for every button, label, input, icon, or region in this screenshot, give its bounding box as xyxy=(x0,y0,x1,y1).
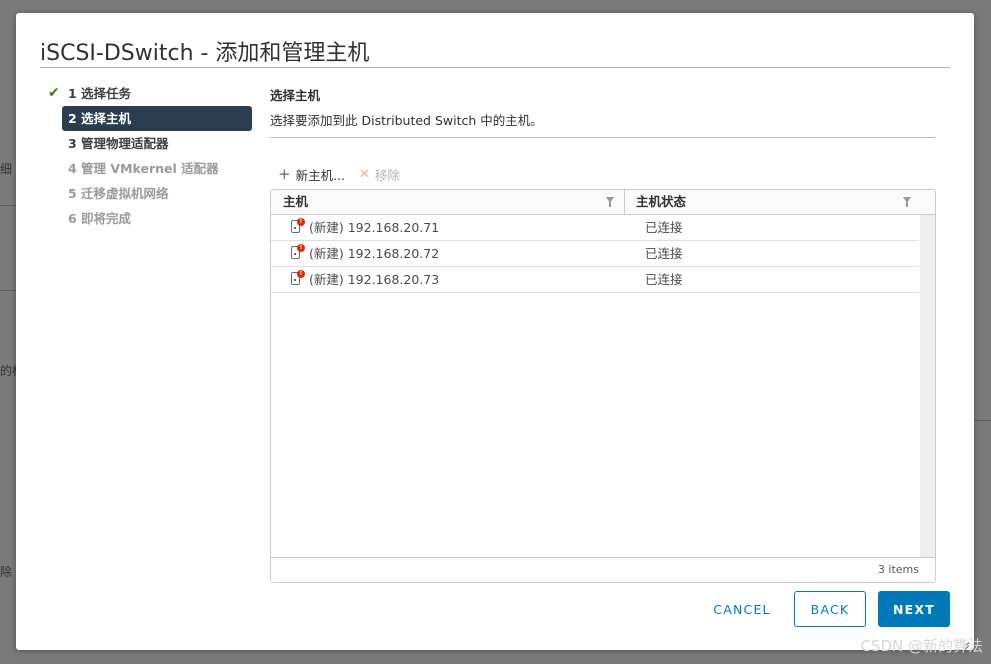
step-ready-to-complete: 6 即将完成 xyxy=(48,206,252,231)
column-header-host-state[interactable]: 主机状态 xyxy=(636,190,686,214)
alert-badge-icon: ! xyxy=(297,244,305,252)
back-button[interactable]: BACK xyxy=(794,591,866,627)
host-state: 已连接 xyxy=(645,272,683,287)
checkmark-icon: ✔ xyxy=(48,85,60,101)
remove-label: 移除 xyxy=(374,167,400,183)
step-manage-physical-adapters[interactable]: 3 管理物理适配器 xyxy=(48,131,252,156)
next-button[interactable]: NEXT xyxy=(878,591,950,627)
step-label: 4 管理 VMkernel 适配器 xyxy=(68,161,219,176)
remove-button[interactable]: ✕ 移除 xyxy=(359,165,400,184)
remove-icon: ✕ xyxy=(359,166,370,182)
section-divider xyxy=(270,137,935,138)
add-manage-hosts-dialog: iSCSI-DSwitch - 添加和管理主机 ✔ 1 选择任务 2 选择主机 … xyxy=(16,13,974,650)
background-text: 除 xyxy=(0,565,13,579)
watermark: CSDN @新的算法 xyxy=(860,637,983,655)
item-count: 3 items xyxy=(877,563,919,576)
step-label: 3 管理物理适配器 xyxy=(68,136,169,151)
grid-toolbar: + 新主机... ✕ 移除 xyxy=(278,165,414,183)
host-name: (新建) 192.168.20.71 xyxy=(309,220,440,235)
alert-badge-icon: ! xyxy=(297,218,305,226)
table-row[interactable]: ! (新建) 192.168.20.71 已连接 xyxy=(271,215,919,241)
section-description: 选择要添加到此 Distributed Switch 中的主机。 xyxy=(270,113,543,128)
wizard-steps: ✔ 1 选择任务 2 选择主机 3 管理物理适配器 4 管理 VMkernel … xyxy=(48,81,252,231)
step-label: 6 即将完成 xyxy=(68,211,132,226)
column-header-host[interactable]: 主机 xyxy=(283,190,308,214)
background-divider xyxy=(0,290,16,291)
background-divider xyxy=(0,205,16,206)
section-title: 选择主机 xyxy=(270,88,321,103)
step-manage-vmkernel-adapters: 4 管理 VMkernel 适配器 xyxy=(48,156,252,181)
plus-icon: + xyxy=(278,164,291,183)
step-migrate-vm-networking: 5 迁移虚拟机网络 xyxy=(48,181,252,206)
step-select-hosts[interactable]: 2 选择主机 xyxy=(62,106,252,131)
new-host-button[interactable]: + 新主机... xyxy=(278,165,345,184)
host-name: (新建) 192.168.20.73 xyxy=(309,272,440,287)
new-host-label: 新主机... xyxy=(295,167,345,183)
table-row[interactable]: ! (新建) 192.168.20.73 已连接 xyxy=(271,267,919,293)
step-label: 1 选择任务 xyxy=(68,86,132,101)
background-divider xyxy=(974,420,991,421)
table-row[interactable]: ! (新建) 192.168.20.72 已连接 xyxy=(271,241,919,267)
host-state: 已连接 xyxy=(645,220,683,235)
grid-footer: 3 items xyxy=(271,557,935,582)
column-separator[interactable] xyxy=(624,190,625,214)
grid-header: 主机 主机状态 xyxy=(271,190,935,215)
host-name: (新建) 192.168.20.72 xyxy=(309,246,440,261)
filter-icon[interactable] xyxy=(606,197,614,207)
step-label: 5 迁移虚拟机网络 xyxy=(68,186,169,201)
filter-icon[interactable] xyxy=(903,197,911,207)
step-select-task[interactable]: ✔ 1 选择任务 xyxy=(48,81,252,106)
step-label: 2 选择主机 xyxy=(68,111,132,126)
grid-rows: ! (新建) 192.168.20.71 已连接 ! (新建) 192.168.… xyxy=(271,215,919,293)
vertical-scrollbar[interactable] xyxy=(920,215,935,557)
hosts-grid: 主机 主机状态 ! (新建) 192.168.20.71 已连接 ! (新建) … xyxy=(270,189,936,583)
cancel-button[interactable]: CANCEL xyxy=(698,591,786,627)
title-divider xyxy=(40,67,950,68)
background-text: 细 xyxy=(0,162,13,176)
alert-badge-icon: ! xyxy=(297,270,305,278)
step-content: 选择主机 选择要添加到此 Distributed Switch 中的主机。 + … xyxy=(270,81,936,583)
host-state: 已连接 xyxy=(645,246,683,261)
dialog-title: iSCSI-DSwitch - 添加和管理主机 xyxy=(40,41,370,66)
